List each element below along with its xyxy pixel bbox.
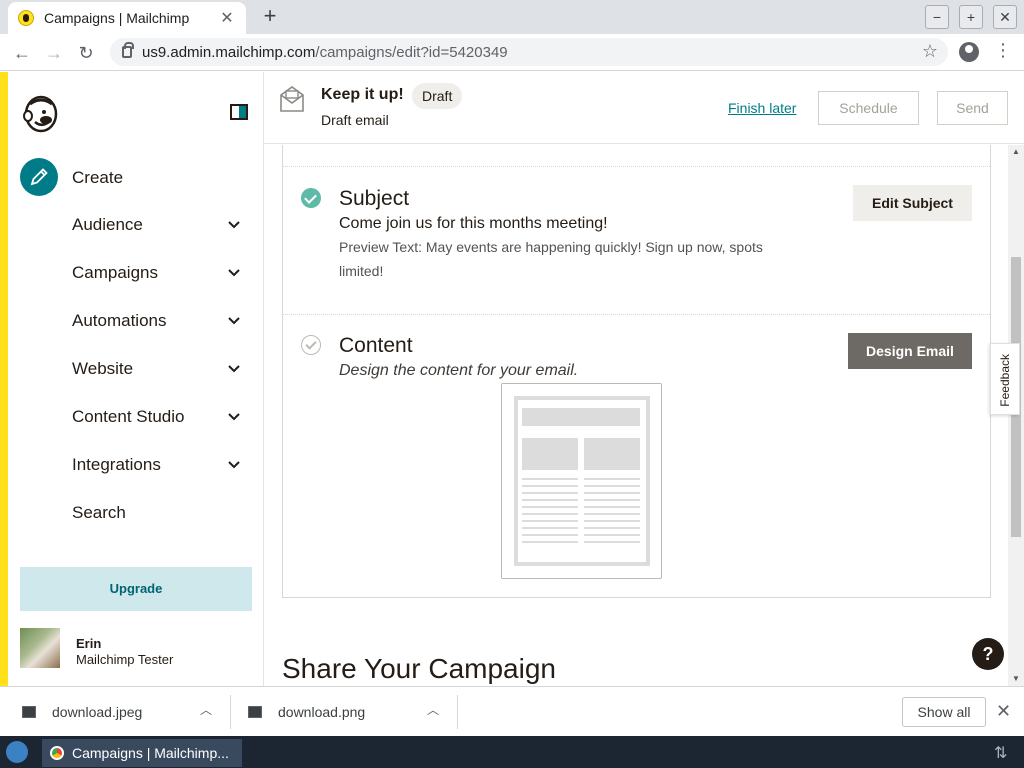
sidebar-item-label: Audience <box>72 215 143 234</box>
url-host: us9.admin.mailchimp.com <box>142 43 316 61</box>
feedback-tab[interactable]: Feedback <box>990 343 1020 415</box>
sidebar-item-audience[interactable]: Audience <box>72 213 252 237</box>
chevron-down-icon <box>228 461 240 469</box>
forward-icon[interactable]: → <box>42 41 66 65</box>
email-template-thumbnail[interactable] <box>501 383 662 579</box>
mailchimp-logo-icon[interactable] <box>22 94 60 134</box>
image-file-icon <box>248 706 262 718</box>
download-item[interactable]: download.jpeg <box>22 687 142 737</box>
network-icon[interactable]: ⇅ <box>994 743 1007 763</box>
image-file-icon <box>22 706 36 718</box>
download-item[interactable]: download.png <box>248 687 365 737</box>
chevron-down-icon <box>228 269 240 277</box>
new-tab-icon[interactable]: + <box>258 4 282 28</box>
close-tab-icon[interactable]: ✕ <box>218 8 236 28</box>
divider <box>457 695 458 729</box>
email-draft-icon <box>280 86 304 112</box>
pencil-icon[interactable] <box>20 158 58 196</box>
edit-subject-button[interactable]: Edit Subject <box>853 185 972 221</box>
taskbar-app-label: Campaigns | Mailchimp... <box>72 745 229 761</box>
tab-title: Campaigns | Mailchimp <box>44 10 190 26</box>
content-description: Design the content for your email. <box>339 362 579 379</box>
download-filename: download.jpeg <box>52 704 143 720</box>
chevron-down-icon <box>228 317 240 325</box>
browser-toolbar: ← → ↻ us9.admin.mailchimp.com/campaigns/… <box>0 34 1024 71</box>
chrome-icon <box>50 746 64 760</box>
browser-tab-bar: Campaigns | Mailchimp ✕ + − + ✕ <box>0 0 1024 34</box>
check-incomplete-icon <box>301 335 321 355</box>
schedule-button[interactable]: Schedule <box>818 91 919 125</box>
feedback-label: Feedback <box>998 354 1012 407</box>
bookmark-star-icon[interactable]: ☆ <box>922 41 938 62</box>
maximize-window-icon[interactable]: + <box>959 5 983 29</box>
divider <box>230 695 231 729</box>
os-taskbar: Campaigns | Mailchimp... ⇅ <box>0 736 1024 768</box>
chevron-up-icon[interactable]: ︿ <box>200 701 212 718</box>
scroll-up-icon[interactable]: ▲ <box>1008 145 1024 159</box>
chevron-down-icon <box>228 221 240 229</box>
start-menu-icon[interactable] <box>6 741 28 763</box>
close-window-icon[interactable]: ✕ <box>993 5 1017 29</box>
reload-icon[interactable]: ↻ <box>74 41 98 65</box>
scroll-down-icon[interactable]: ▼ <box>1008 672 1024 686</box>
campaign-header: Keep it up! Draft Draft email Finish lat… <box>264 72 1024 144</box>
sidebar-item-website[interactable]: Website <box>72 357 252 381</box>
back-icon[interactable]: ← <box>10 41 34 65</box>
preview-text: Preview Text: May events are happening q… <box>339 239 763 279</box>
sidebar: Create Audience Campaigns Automations We… <box>8 72 264 686</box>
checklist-card: Subject Come join us for this months mee… <box>282 145 991 598</box>
sidebar-item-label: Content Studio <box>72 407 185 426</box>
subject-section-title: Subject <box>339 187 410 210</box>
campaign-checklist: Subject Come join us for this months mee… <box>264 145 1010 686</box>
browser-tab[interactable]: Campaigns | Mailchimp ✕ <box>8 2 246 34</box>
share-campaign-heading: Share Your Campaign <box>282 653 556 684</box>
show-all-button[interactable]: Show all <box>902 697 986 727</box>
sidebar-item-label: Website <box>72 359 134 378</box>
create-link[interactable]: Create <box>72 168 123 188</box>
mailchimp-favicon-icon <box>18 10 34 26</box>
minimize-window-icon[interactable]: − <box>925 5 949 29</box>
avatar[interactable] <box>20 628 60 668</box>
sidebar-item-integrations[interactable]: Integrations <box>72 453 252 477</box>
page-subtitle: Draft email <box>321 112 389 128</box>
taskbar-app-chrome[interactable]: Campaigns | Mailchimp... <box>42 739 242 767</box>
lock-icon <box>122 42 134 58</box>
user-role: Mailchimp Tester <box>76 652 174 667</box>
chevron-up-icon[interactable]: ︿ <box>427 701 439 718</box>
address-bar[interactable]: us9.admin.mailchimp.com/campaigns/edit?i… <box>110 38 948 66</box>
help-button[interactable]: ? <box>972 638 1004 670</box>
download-filename: download.png <box>278 704 366 720</box>
finish-later-link[interactable]: Finish later <box>728 100 796 116</box>
page-title: Keep it up! <box>321 86 404 103</box>
sidebar-item-campaigns[interactable]: Campaigns <box>72 261 252 285</box>
upgrade-button[interactable]: Upgrade <box>20 567 252 611</box>
chevron-down-icon <box>228 365 240 373</box>
status-badge: Draft <box>412 83 463 109</box>
download-bar: download.jpeg ︿ download.png ︿ Show all … <box>0 686 1024 736</box>
sidebar-item-label: Campaigns <box>72 263 158 282</box>
divider <box>283 166 990 167</box>
sidebar-item-label: Search <box>72 503 126 522</box>
send-button[interactable]: Send <box>937 91 1008 125</box>
check-complete-icon <box>301 188 321 208</box>
sidebar-item-search[interactable]: Search <box>72 501 252 525</box>
collapse-sidebar-icon[interactable] <box>230 104 248 120</box>
sidebar-item-content-studio[interactable]: Content Studio <box>72 405 252 429</box>
account-icon[interactable] <box>959 42 979 62</box>
close-icon[interactable]: ✕ <box>996 701 1011 722</box>
sidebar-item-automations[interactable]: Automations <box>72 309 252 333</box>
sidebar-item-label: Automations <box>72 311 167 330</box>
url-path: /campaigns/edit?id=5420349 <box>315 43 508 61</box>
design-email-button[interactable]: Design Email <box>848 333 972 369</box>
template-preview <box>514 396 650 566</box>
page-scrollbar[interactable]: ▲ ▼ <box>1008 145 1024 686</box>
user-name[interactable]: Erin <box>76 636 101 651</box>
sidebar-item-label: Integrations <box>72 455 161 474</box>
browser-menu-icon[interactable]: ⋮ <box>993 40 1013 61</box>
chevron-down-icon <box>228 413 240 421</box>
brand-strip <box>0 72 8 686</box>
divider <box>283 314 990 315</box>
subject-line: Come join us for this months meeting! <box>339 215 608 232</box>
content-section-title: Content <box>339 334 413 357</box>
